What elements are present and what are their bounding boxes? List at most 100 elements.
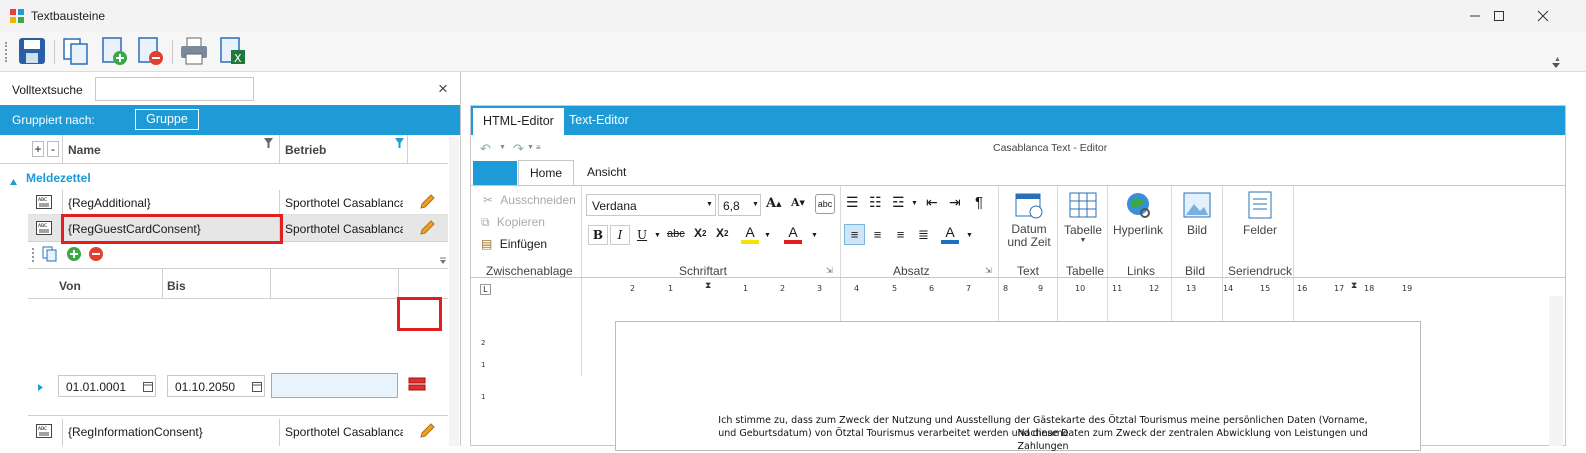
bullets-icon[interactable]: ☰ — [846, 194, 859, 211]
table-row[interactable]: ABC {RegAdditional} Sporthotel Casablanc… — [28, 190, 448, 215]
detail-grid: Von Bis 01.01.0001 01.10.2050 — [28, 242, 448, 416]
chevron-down-icon[interactable]: ▼ — [764, 232, 771, 239]
subscript-icon[interactable]: X2 — [693, 225, 707, 241]
superscript-icon[interactable]: X2 — [715, 225, 729, 241]
ruler-indent-marker[interactable]: ⧗ — [705, 281, 711, 291]
calendar-icon[interactable] — [143, 381, 153, 395]
justify-icon[interactable]: ≣ — [913, 224, 934, 245]
chevron-down-icon[interactable]: ▼ — [499, 144, 506, 151]
edit-pencil-icon[interactable] — [419, 423, 435, 442]
chevron-down-icon[interactable]: ▼ — [811, 232, 818, 239]
redo-icon[interactable]: ↷ — [513, 141, 524, 157]
collapse-all-button[interactable]: - — [47, 141, 59, 157]
clear-search-button[interactable]: × — [438, 79, 448, 99]
decrease-indent-icon[interactable]: ⇤ — [926, 194, 938, 211]
tab-html-editor[interactable]: HTML-Editor — [473, 108, 564, 135]
cut-button[interactable]: ✂ Ausschneiden — [483, 193, 576, 207]
filter-active-icon[interactable] — [395, 137, 404, 151]
spellcheck-icon[interactable]: abc — [815, 194, 835, 214]
detail-add-icon[interactable] — [66, 246, 82, 265]
editor-vertical-scrollbar[interactable] — [1549, 296, 1563, 446]
align-center-icon[interactable]: ≡ — [867, 224, 888, 245]
copy-button[interactable]: ⧉ Kopieren — [481, 215, 545, 230]
chevron-down-icon[interactable]: ▼ — [911, 200, 918, 207]
merge-fields-button[interactable]: Felder — [1233, 190, 1287, 237]
detail-copy-icon[interactable] — [42, 246, 58, 265]
font-size-select[interactable]: 6,8 ▼ — [718, 194, 761, 216]
grouping-chip-gruppe[interactable]: Gruppe — [135, 109, 199, 130]
table-row[interactable]: ABC {RegInformationConsent} Sporthotel C… — [28, 419, 448, 446]
close-window-button[interactable] — [1520, 0, 1566, 32]
hyperlink-button[interactable]: Hyperlink — [1111, 190, 1165, 237]
paste-button[interactable]: ▤ Einfügen — [481, 237, 547, 251]
delete-document-button[interactable] — [132, 34, 168, 70]
column-header-betrieb[interactable]: Betrieb — [285, 143, 326, 157]
vertical-ruler[interactable]: 2 1 1 — [481, 321, 489, 421]
edit-pencil-icon[interactable] — [419, 194, 435, 213]
detail-overflow-icon[interactable] — [440, 254, 446, 268]
increase-indent-icon[interactable]: ⇥ — [949, 194, 961, 211]
shrink-font-icon[interactable]: A ▼ — [790, 195, 806, 210]
calendar-icon[interactable] — [252, 381, 262, 395]
filter-icon[interactable] — [264, 137, 273, 151]
detail-remove-icon[interactable] — [88, 246, 104, 265]
group-collapse-icon[interactable] — [10, 174, 17, 188]
highlight-color-icon[interactable]: A — [741, 224, 759, 244]
vertical-scrollbar[interactable] — [449, 137, 459, 446]
strikethrough-icon[interactable]: abc — [666, 227, 686, 241]
tab-text-editor[interactable]: Text-Editor — [559, 106, 639, 135]
pilcrow-icon[interactable]: ¶ — [975, 194, 983, 211]
expand-all-button[interactable]: + — [32, 141, 44, 157]
column-header-von[interactable]: Von — [59, 279, 81, 293]
date-to-field[interactable]: 01.10.2050 — [167, 375, 265, 397]
date-from-field[interactable]: 01.01.0001 — [58, 375, 156, 397]
ribbon-file-tab[interactable] — [473, 161, 517, 185]
tab-stop-selector[interactable]: L — [480, 284, 491, 295]
column-separator — [407, 135, 408, 164]
insert-image-button[interactable]: Bild — [1175, 190, 1219, 237]
chevron-down-icon[interactable]: ▼ — [966, 232, 973, 239]
excel-export-button[interactable]: X — [214, 34, 250, 70]
chevron-down-icon[interactable]: ▼ — [527, 144, 534, 151]
delete-row-icon[interactable] — [408, 377, 426, 394]
maximize-button[interactable] — [1476, 0, 1522, 32]
edit-pencil-icon[interactable] — [419, 220, 435, 239]
save-button[interactable] — [14, 34, 50, 70]
align-right-icon[interactable]: ≡ — [890, 224, 911, 245]
ribbon-tab-home[interactable]: Home — [518, 160, 574, 186]
column-header-name[interactable]: Name — [68, 143, 101, 157]
align-left-icon[interactable]: ≡ — [844, 224, 865, 245]
bold-icon[interactable]: B — [588, 225, 608, 245]
numbering-icon[interactable]: ☷ — [869, 194, 882, 211]
font-family-select[interactable]: Verdana ▼ — [586, 194, 716, 216]
shading-icon[interactable]: A — [941, 224, 959, 244]
search-input[interactable] — [95, 77, 254, 101]
column-header-bis[interactable]: Bis — [167, 279, 186, 293]
multilevel-list-icon[interactable]: ☲ — [892, 194, 905, 211]
font-size-value: 6,8 — [723, 199, 740, 213]
copy-document-button[interactable] — [58, 34, 94, 70]
ruler-label: 8 — [1003, 284, 1009, 293]
new-document-button[interactable] — [96, 34, 132, 70]
detail-empty-cell[interactable] — [271, 373, 398, 398]
group-separator — [581, 186, 582, 376]
italic-icon[interactable]: I — [610, 225, 630, 245]
window-scroll-up-icon[interactable]: ▲ — [1554, 56, 1561, 63]
abc-icon: ABC — [36, 221, 52, 238]
ribbon-tab-ansicht[interactable]: Ansicht — [587, 165, 626, 179]
insert-table-button[interactable]: Tabelle ▼ — [1061, 190, 1105, 244]
ruler-label: 14 — [1223, 284, 1234, 293]
font-color-icon[interactable]: A — [784, 224, 802, 244]
undo-icon[interactable]: ↶ — [480, 141, 491, 157]
grow-font-icon[interactable]: A ▲ — [765, 195, 782, 212]
quick-access-customize-icon[interactable]: ≡ — [536, 143, 541, 152]
print-button[interactable] — [176, 34, 212, 70]
underline-icon[interactable]: U — [632, 225, 652, 245]
row-name: {RegAdditional} — [68, 196, 151, 210]
date-time-button[interactable]: Datum und Zeit — [1004, 190, 1054, 249]
horizontal-ruler[interactable]: 2 1 ⧗ 1 2 3 4 5 6 7 8 9 10 11 12 13 14 1… — [616, 281, 1416, 296]
font-dialog-launcher-icon[interactable]: ⇲ — [826, 266, 833, 275]
chevron-down-icon[interactable]: ▼ — [654, 232, 661, 239]
paragraph-dialog-launcher-icon[interactable]: ⇲ — [985, 266, 992, 275]
ruler-right-indent-marker[interactable]: ⧗ — [1351, 281, 1357, 291]
